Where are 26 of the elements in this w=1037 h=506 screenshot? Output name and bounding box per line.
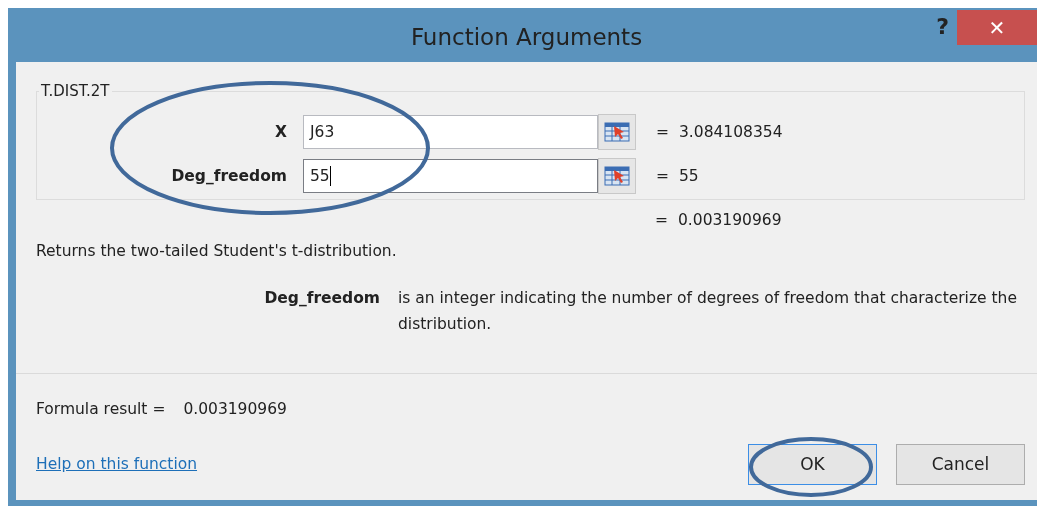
equals-sign: = xyxy=(655,211,669,229)
range-picker-icon xyxy=(604,165,630,187)
argument-result: 55 xyxy=(679,167,699,185)
argument-label: Deg_freedom xyxy=(170,167,288,185)
close-button[interactable]: ✕ xyxy=(957,10,1037,45)
argument-help-name: Deg_freedom xyxy=(263,288,381,309)
range-picker-icon xyxy=(604,121,630,143)
help-link[interactable]: Help on this function xyxy=(36,455,198,473)
formula-result-value: 0.003190969 xyxy=(183,400,287,418)
function-name: T.DIST.2T xyxy=(40,82,111,100)
argument-field[interactable]: 55 xyxy=(303,159,598,193)
range-picker-button[interactable] xyxy=(598,114,636,150)
function-description: Returns the two-tailed Student's t-distribution. xyxy=(36,242,398,260)
argument-label: X xyxy=(274,123,288,141)
help-button[interactable]: ? xyxy=(936,14,949,39)
window-title: Function Arguments xyxy=(410,23,643,50)
range-picker-button[interactable] xyxy=(598,158,636,194)
equals-sign: = xyxy=(656,167,670,185)
argument-field[interactable]: J63 xyxy=(303,115,598,149)
formula-result-label: Formula result = xyxy=(36,400,166,418)
argument-result: 3.084108354 xyxy=(679,123,783,141)
dialog-button[interactable]: OK xyxy=(748,443,877,485)
function-result: 0.003190969 xyxy=(678,211,782,229)
argument-help-text: is an integer indicating the number of degrees of freedom that characterize the distribution. xyxy=(398,288,1018,335)
equals-sign: = xyxy=(656,123,670,141)
dialog-button[interactable]: Cancel xyxy=(896,443,1025,485)
